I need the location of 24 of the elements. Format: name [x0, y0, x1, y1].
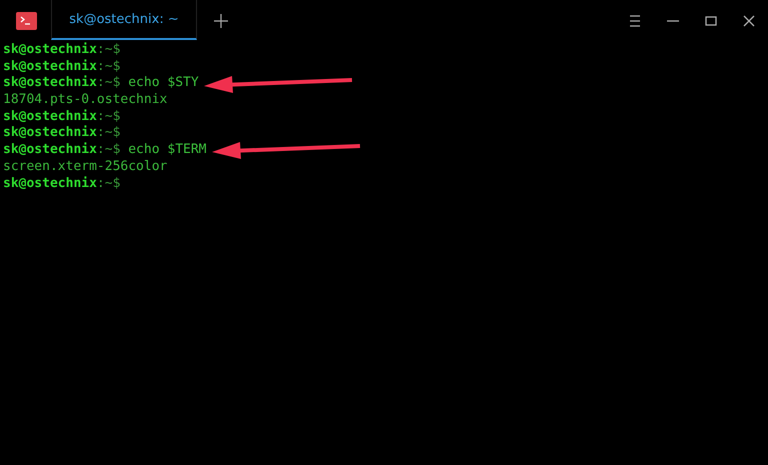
terminal-app-icon: [16, 12, 37, 30]
command-output: 18704.pts-0.ostechnix: [3, 92, 168, 109]
close-icon[interactable]: [742, 14, 756, 28]
maximize-icon[interactable]: [704, 14, 718, 28]
prompt-path: :~$: [96, 125, 120, 142]
prompt-user-host: sk@ostechnix: [3, 42, 97, 59]
menu-icon[interactable]: [628, 14, 642, 28]
command-output: screen.xterm-256color: [3, 158, 168, 176]
command-text: echo $STY: [127, 75, 199, 92]
prompt-user-host: sk@ostechnix: [3, 108, 97, 125]
prompt-path: :~$: [96, 108, 120, 126]
prompt-path: :~$: [96, 142, 120, 159]
prompt-user-host: sk@ostechnix: [3, 125, 97, 142]
terminal-tab[interactable]: sk@ostechnix: ~: [51, 0, 197, 40]
new-tab-icon[interactable]: [214, 14, 228, 28]
command-text: echo $TERM: [127, 142, 206, 159]
prompt-path: :~$: [96, 58, 120, 76]
prompt-path: :~$: [96, 75, 120, 92]
prompt-user-host: sk@ostechnix: [3, 142, 97, 159]
prompt-path: :~$: [96, 176, 120, 192]
prompt-user-host: sk@ostechnix: [3, 58, 97, 75]
prompt-user-host: sk@ostechnix: [3, 176, 97, 192]
prompt-user-host: sk@ostechnix: [3, 75, 97, 92]
prompt-path: :~$: [96, 42, 120, 59]
